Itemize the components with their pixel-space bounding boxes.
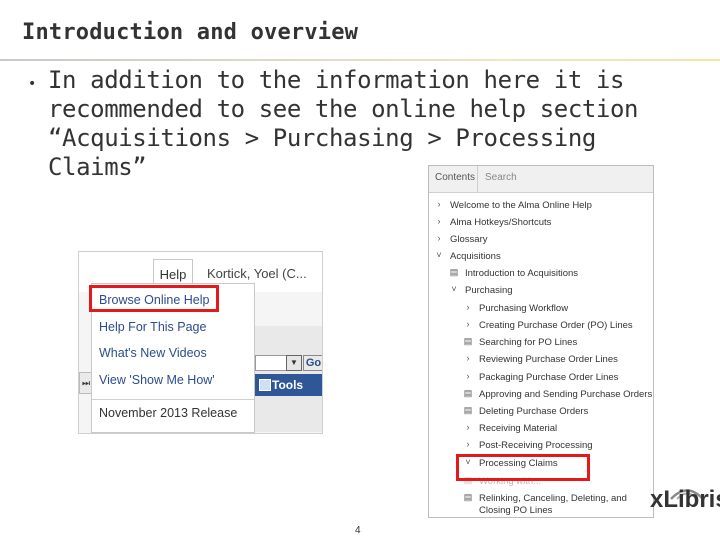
ex-libris-logo: xLibris bbox=[650, 486, 720, 513]
release-label: November 2013 Release bbox=[99, 406, 238, 420]
tree-item-label: Creating Purchase Order (PO) Lines bbox=[479, 320, 633, 331]
tree-item-label: Relinking, Canceling, Deleting, and bbox=[479, 493, 627, 504]
tools-icon bbox=[259, 379, 271, 391]
tree-item-label: Alma Hotkeys/Shortcuts bbox=[450, 217, 552, 228]
contents-tabs: Contents Search bbox=[429, 166, 653, 193]
help-menu-screenshot: Help Kortick, Yoel (C... ▼ Go Tools ⏭ Br… bbox=[78, 251, 323, 434]
tree-item-label: Packaging Purchase Order Lines bbox=[479, 372, 619, 383]
tools-label: Tools bbox=[272, 378, 304, 392]
tree-item-label: Reviewing Purchase Order Lines bbox=[479, 354, 618, 365]
tree-item-label: Introduction to Acquisitions bbox=[465, 268, 579, 279]
menu-item-whats-new-videos[interactable]: What's New Videos bbox=[99, 346, 207, 360]
page-icon: ▤ bbox=[463, 388, 473, 398]
page-icon: ▤ bbox=[463, 336, 473, 346]
expand-arrow-icon: › bbox=[437, 199, 441, 209]
tree-item-label: Deleting Purchase Orders bbox=[479, 406, 589, 417]
tree-item-label: Closing PO Lines bbox=[479, 505, 553, 516]
menu-item-view-show-me-how[interactable]: View 'Show Me How' bbox=[99, 373, 215, 387]
tab-contents[interactable]: Contents bbox=[435, 172, 475, 183]
tree-item-label: Purchasing Workflow bbox=[479, 303, 569, 314]
tree-item-label: Post-Receiving Processing bbox=[479, 440, 593, 451]
collapse-arrow-icon: ˅ bbox=[451, 284, 457, 294]
tree-item-label: Acquisitions bbox=[450, 251, 501, 262]
tree-item-label: Searching for PO Lines bbox=[479, 337, 578, 348]
expand-arrow-icon: › bbox=[466, 422, 470, 432]
page-icon: ▤ bbox=[463, 492, 473, 502]
expand-arrow-icon: › bbox=[466, 353, 470, 363]
tree-item-label: Welcome to the Alma Online Help bbox=[450, 200, 592, 211]
expand-arrow-icon: › bbox=[466, 439, 470, 449]
tree-item-label: Approving and Sending Purchase Orders bbox=[479, 389, 653, 400]
slide-title: Introduction and overview bbox=[22, 20, 359, 45]
tree-item-label: Purchasing bbox=[465, 285, 513, 296]
page-icon: ▤ bbox=[449, 267, 459, 277]
tree-item-label: Glossary bbox=[450, 234, 488, 245]
collapse-arrow-icon: ˅ bbox=[436, 250, 442, 260]
dropdown-arrow-icon[interactable]: ▼ bbox=[286, 355, 302, 371]
expand-arrow-icon: › bbox=[466, 319, 470, 329]
tab-search[interactable]: Search bbox=[485, 172, 517, 183]
expand-arrow-icon: › bbox=[437, 216, 441, 226]
page-number: 4 bbox=[355, 525, 361, 536]
expand-arrow-icon: › bbox=[466, 371, 470, 381]
tools-button[interactable]: Tools bbox=[253, 374, 322, 396]
go-button[interactable]: Go bbox=[303, 355, 322, 371]
highlight-box-browse-online-help bbox=[89, 285, 219, 312]
menu-item-help-for-this-page[interactable]: Help For This Page bbox=[99, 320, 206, 334]
bullet-marker: • bbox=[28, 76, 37, 92]
search-input[interactable] bbox=[255, 355, 287, 371]
highlight-box-processing-claims bbox=[456, 454, 590, 481]
tab-divider bbox=[477, 166, 478, 192]
title-divider bbox=[0, 59, 720, 61]
user-name[interactable]: Kortick, Yoel (C... bbox=[207, 266, 307, 281]
tree-item-label: Receiving Material bbox=[479, 423, 558, 434]
page-icon: ▤ bbox=[463, 405, 473, 415]
expand-arrow-icon: › bbox=[466, 302, 470, 312]
menu-separator bbox=[92, 399, 254, 400]
expand-arrow-icon: › bbox=[437, 233, 441, 243]
